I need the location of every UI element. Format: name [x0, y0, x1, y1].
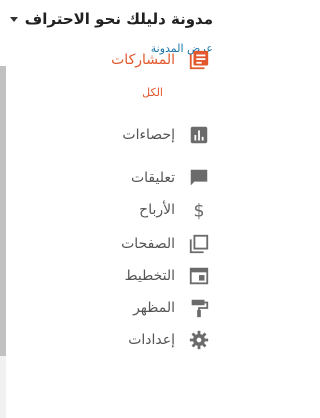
paint-roller-icon — [187, 296, 211, 320]
sidebar-item-layout[interactable]: التخطيط — [23, 261, 213, 291]
sidebar-item-earnings-label: الأرباح — [139, 202, 175, 218]
sidebar-item-theme[interactable]: المظهر — [23, 293, 213, 323]
sidebar-item-posts-label: المشاركات — [111, 52, 175, 68]
posts-icon — [187, 48, 211, 72]
sidebar-item-settings[interactable]: إعدادات — [23, 325, 213, 355]
sidebar-item-stats[interactable]: إحصاءات — [23, 120, 213, 150]
sidebar-item-comments-label: تعليقات — [130, 170, 175, 186]
sidebar-nav: المشاركات الكل إحصاءات تعليقات $ الأرباح… — [0, 0, 213, 418]
bar-chart-icon — [187, 123, 211, 147]
sidebar-item-earnings[interactable]: $ الأرباح — [23, 195, 213, 225]
sidebar-subitem-all-posts[interactable]: الكل — [142, 86, 163, 99]
sidebar-item-posts[interactable]: المشاركات — [23, 45, 213, 75]
gear-icon — [187, 328, 211, 352]
sidebar-item-layout-label: التخطيط — [124, 268, 175, 284]
sidebar-item-stats-label: إحصاءات — [122, 127, 175, 143]
dollar-icon: $ — [187, 198, 211, 222]
sidebar-item-pages[interactable]: الصفحات — [23, 229, 213, 259]
sidebar-item-settings-label: إعدادات — [128, 332, 175, 348]
sidebar-item-comments[interactable]: تعليقات — [23, 163, 213, 193]
sidebar-item-pages-label: الصفحات — [121, 236, 175, 252]
layout-icon — [187, 264, 211, 288]
pages-icon — [187, 232, 211, 256]
sidebar-item-theme-label: المظهر — [133, 300, 175, 316]
comment-icon — [187, 166, 211, 190]
svg-text:$: $ — [193, 201, 204, 221]
